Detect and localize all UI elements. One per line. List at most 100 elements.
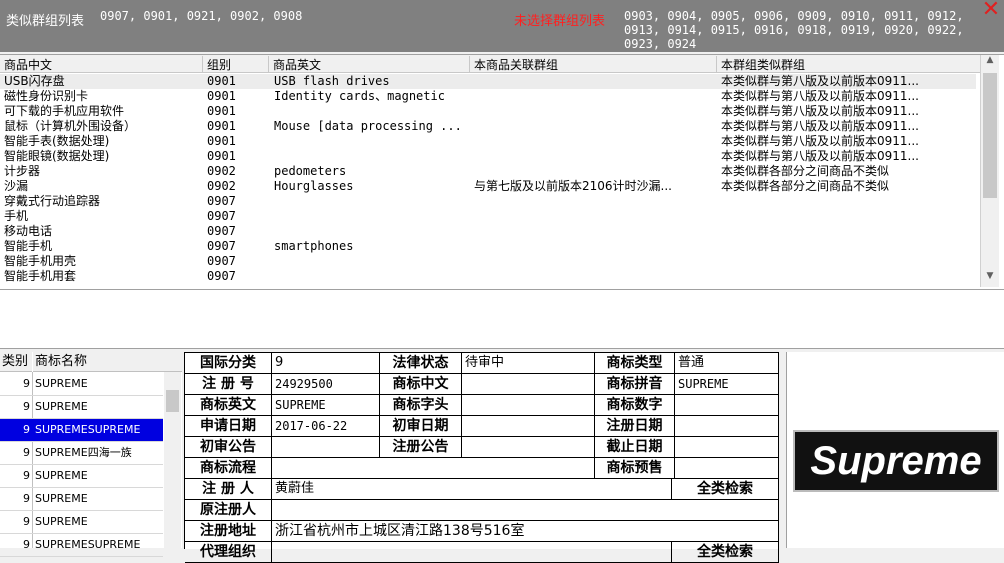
agency-label: 代理组织 [185,542,272,563]
col-goods-en[interactable]: 商品英文 [268,56,467,72]
cell-group: 0907 [207,194,236,208]
cell-en: Mouse [data processing ... [274,119,462,133]
cell-cn: 智能手表(数据处理) [4,134,110,148]
tm-pinyin-label: 商标拼音 [595,374,675,395]
col-tm-name[interactable]: 商标名称 [33,352,182,372]
cell-en: Identity cards、magnetic [274,89,445,103]
prelim-notice-value [272,437,380,458]
table-row[interactable]: 手机 0907 [0,209,976,224]
item-class: 9 [23,515,30,528]
table-row[interactable]: 鼠标（计算机外围设备） 0901 Mouse [data processing ..… [0,119,976,134]
table-row[interactable]: 智能手机用壳 0907 [0,254,976,269]
cell-related: 与第七版及以前版本2106计时沙漏... [474,179,672,193]
list-item[interactable]: 9 SUPREMESUPREME [0,419,163,442]
tm-cn-label: 商标中文 [380,374,462,395]
reg-notice-label: 注册公告 [380,437,462,458]
cell-en: smartphones [274,239,354,253]
table-row[interactable]: 移动电话 0907 [0,224,976,239]
tm-digit-label: 商标数字 [595,395,675,416]
address-value: 浙江省杭州市上城区清江路138号516室 [272,521,779,542]
agency-value [272,542,672,563]
col-related[interactable]: 本商品关联群组 [469,56,714,72]
prelim-date-value [462,416,595,437]
goods-scrollbar[interactable]: ▲ ▼ [980,55,999,287]
reg-no-value[interactable]: 24929500 [272,374,380,395]
cell-cn: 智能手机用壳 [4,254,77,268]
presale-label: 商标预售 [595,458,675,479]
unselected-groups-label: 未选择群组列表 [514,14,606,29]
tm-initial-value [462,395,595,416]
cell-group: 0901 [207,119,236,133]
cell-cn: 智能眼镜(数据处理) [4,149,110,163]
trademark-list: 类别 商标名称 9 SUPREME 9 SUPREME 9 SUPREMESUPREME 9… [0,352,182,557]
scroll-thumb[interactable] [166,390,179,412]
reg-date-label: 注册日期 [595,416,675,437]
cell-group: 0902 [207,179,236,193]
reg-notice-value [462,437,595,458]
legal-status-label: 法律状态 [380,353,462,374]
table-row[interactable]: 计步器 0902 pedometers 本类似群各部分之间商品不类似 [0,164,976,179]
presale-value [675,458,779,479]
search-all-button-2[interactable]: 全类检索 [672,542,779,563]
item-class: 9 [23,538,30,551]
item-class: 9 [23,446,30,459]
intl-class-value: 9 [272,353,380,374]
similar-groups-value: 0907, 0901, 0921, 0902, 0908 [100,9,303,23]
cell-cn: 计步器 [4,164,41,178]
list-item[interactable]: 9 SUPREMESUPREME [0,534,163,557]
scroll-thumb[interactable] [983,73,997,198]
table-row[interactable]: 沙漏 0902 Hourglasses 与第七版及以前版本2106计时沙漏... 本类似… [0,179,976,194]
col-group[interactable]: 组别 [202,56,265,72]
cell-en: pedometers [274,164,347,178]
table-row[interactable]: USB闪存盘 0901 USB flash drives 本类似群与第八版及以前版本0… [0,74,976,89]
cell-similar: 本类似群与第八版及以前版本0911... [721,104,919,118]
table-row[interactable]: 可下载的手机应用软件 0901 本类似群与第八版及以前版本0911... [0,104,976,119]
trademark-scrollbar[interactable] [164,372,181,548]
scroll-down-icon[interactable]: ▼ [981,271,999,287]
item-class: 9 [23,492,30,505]
cell-similar: 本类似群与第八版及以前版本0911... [721,74,919,88]
list-item[interactable]: 9 SUPREME [0,373,163,396]
col-goods-cn[interactable]: 商品中文 [0,56,200,72]
tm-pinyin-value: SUPREME [675,374,779,395]
address-label: 注册地址 [185,521,272,542]
search-all-button[interactable]: 全类检索 [672,479,779,500]
cell-group: 0901 [207,149,236,163]
table-row[interactable]: 智能手表(数据处理) 0901 本类似群与第八版及以前版本0911... [0,134,976,149]
list-item[interactable]: 9 SUPREME [0,396,163,419]
table-row[interactable]: 磁性身份识别卡 0901 Identity cards、magnetic 本类似群与第… [0,89,976,104]
item-class: 9 [23,469,30,482]
table-row[interactable]: 智能眼镜(数据处理) 0901 本类似群与第八版及以前版本0911... [0,149,976,164]
cell-en: USB flash drives [274,74,390,88]
table-row[interactable]: 穿戴式行动追踪器 0907 [0,194,976,209]
item-name: SUPREME [35,400,88,413]
table-row[interactable]: 智能手机 0907 smartphones [0,239,976,254]
list-item[interactable]: 9 SUPREME四海一族 [0,442,163,465]
trademark-logo-image: Supreme [793,430,999,492]
trademark-info-grid: 国际分类 9 法律状态 待审中 商标类型 普通 注 册 号 24929500 商… [184,352,779,563]
table-row[interactable]: 智能手机用套 0907 [0,269,976,284]
item-name: SUPREME [35,515,88,528]
col-class[interactable]: 类别 [0,352,32,372]
col-similar[interactable]: 本群组类似群组 [716,56,979,72]
list-item[interactable]: 9 SUPREME [0,488,163,511]
reg-no-label: 注 册 号 [185,374,272,395]
registrant-value[interactable]: 黄蔚佳 [272,479,672,500]
tm-en-label: 商标英文 [185,395,272,416]
cell-similar: 本类似群与第八版及以前版本0911... [721,134,919,148]
process-value[interactable] [272,458,595,479]
list-item[interactable]: 9 SUPREME [0,465,163,488]
cell-cn: 手机 [4,209,29,223]
logo-text: Supreme [810,439,982,483]
cell-group: 0907 [207,254,236,268]
close-icon[interactable]: ✕ [980,0,1002,22]
cell-similar: 本类似群各部分之间商品不类似 [721,179,890,193]
deadline-value [675,437,779,458]
list-item[interactable]: 9 SUPREME [0,511,163,534]
cell-similar: 本类似群各部分之间商品不类似 [721,164,890,178]
cell-group: 0907 [207,239,236,253]
reg-date-value [675,416,779,437]
detail-panel [0,290,1004,349]
cell-group: 0901 [207,104,236,118]
scroll-up-icon[interactable]: ▲ [981,55,999,71]
